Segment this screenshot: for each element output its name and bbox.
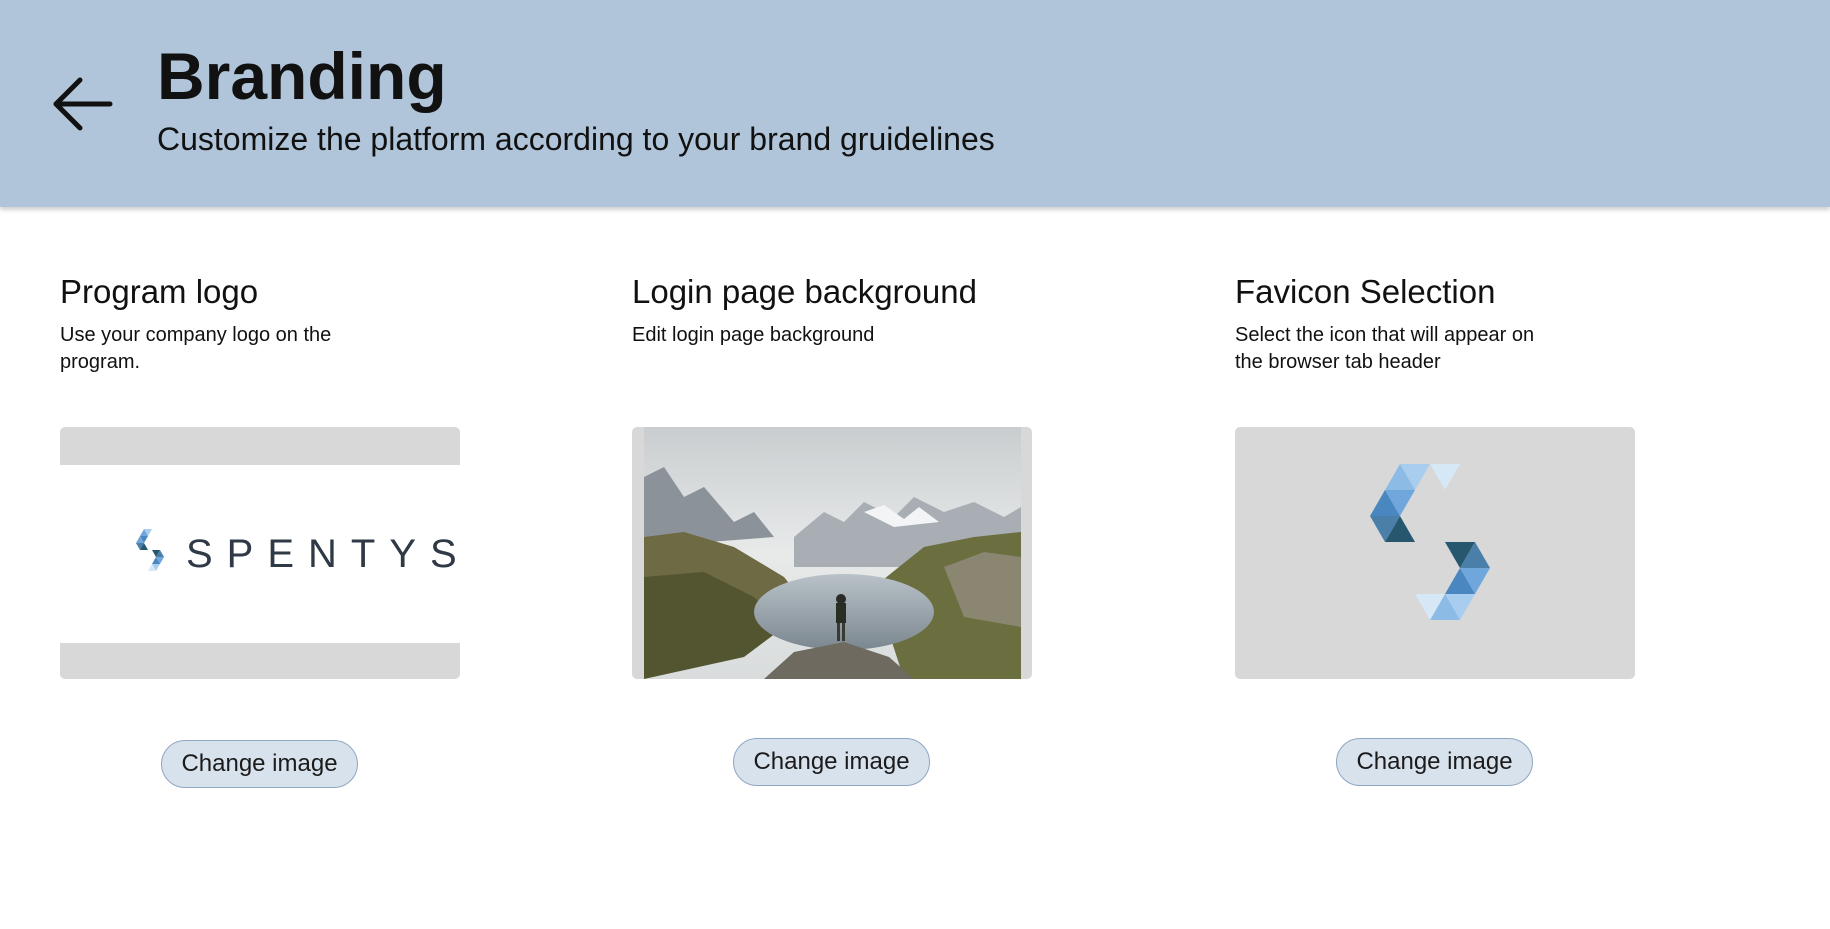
page-title: Branding [157, 39, 447, 113]
card-title: Login page background [632, 273, 977, 310]
mountain-lake-photo [644, 427, 1021, 679]
logo-band: SPENTYS [60, 465, 460, 643]
spentys-favicon-icon [1370, 464, 1490, 620]
program-logo-preview: SPENTYS [60, 427, 460, 679]
back-button[interactable] [52, 76, 114, 132]
change-background-button[interactable]: Change image [733, 738, 930, 786]
favicon-preview [1235, 427, 1635, 679]
card-title: Favicon Selection [1235, 273, 1496, 310]
change-favicon-button[interactable]: Change image [1336, 738, 1533, 786]
login-background-preview [632, 427, 1032, 679]
change-logo-button[interactable]: Change image [161, 740, 358, 788]
card-description: Edit login page background [632, 324, 875, 346]
arrow-left-icon [53, 77, 113, 131]
card-title: Program logo [60, 273, 259, 310]
logo-wordmark: SPENTYS [186, 532, 460, 576]
card-description: Use your company logo on the program. [60, 324, 332, 373]
page-subtitle: Customize the platform according to your… [157, 121, 995, 157]
page-header: Branding Customize the platform accordin… [0, 0, 1830, 207]
spentys-logo-icon [136, 529, 164, 571]
card-description: Select the icon that will appear on the … [1235, 324, 1535, 373]
